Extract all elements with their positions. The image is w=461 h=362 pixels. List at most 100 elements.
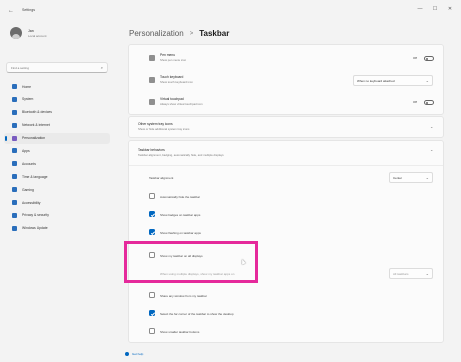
breadcrumb: Personalization > Taskbar	[129, 29, 229, 38]
minimize-icon[interactable]: —	[417, 6, 423, 12]
breadcrumb-parent[interactable]: Personalization	[129, 29, 184, 38]
sidebar-item-personalization[interactable]: Personalization	[4, 132, 110, 144]
row-subtitle: Show or hide additional system tray icon…	[138, 127, 190, 131]
checkbox-label: Share any window from my taskbar	[160, 293, 207, 298]
toggle-state-label: Off	[413, 56, 417, 60]
sidebar-item-accounts[interactable]: Accounts	[4, 158, 110, 169]
maximize-icon[interactable]: ☐	[432, 6, 438, 12]
checkbox-label: Automatically hide the taskbar	[160, 194, 201, 199]
home-icon	[12, 84, 17, 89]
virtual-touchpad-row[interactable]: Virtual touchpad Always show virtual tou…	[129, 92, 443, 114]
show-flashing-checkbox[interactable]	[149, 229, 155, 235]
sidebar-item-windows-update[interactable]: Windows Update	[4, 223, 110, 234]
row-title: Pen menu	[160, 53, 176, 57]
apps-icon	[12, 148, 17, 154]
sidebar-item-home[interactable]: Home	[4, 81, 110, 92]
user-profile[interactable]: Jan Local account	[10, 27, 47, 39]
sidebar-item-label: Personalization	[22, 136, 46, 141]
chevron-down-icon: ⌄	[430, 124, 434, 129]
search-icon[interactable]: ⌕	[101, 65, 103, 70]
sidebar-item-label: Bluetooth & devices	[22, 110, 52, 115]
checkbox-label: Show smaller taskbar buttons	[160, 329, 200, 334]
search-box[interactable]: ⌕	[6, 62, 108, 73]
sidebar-item-label: Network & internet	[22, 123, 50, 128]
far-corner-checkbox[interactable]	[149, 310, 155, 316]
sidebar-nav: Home System Bluetooth & devices Network …	[4, 81, 110, 236]
controller-icon	[12, 187, 17, 193]
person-icon	[12, 161, 17, 167]
toggle-state-label: Off	[413, 100, 417, 104]
row-title: Virtual touchpad	[160, 97, 184, 101]
chevron-down-icon: ⌄	[425, 175, 429, 180]
sidebar-item-label: Time & language	[22, 174, 48, 179]
close-icon[interactable]: ✕	[447, 6, 453, 12]
smaller-buttons-checkbox[interactable]	[149, 328, 155, 334]
dropdown-value: When no keyboard attached	[357, 78, 395, 83]
row-title: Other system tray icons	[138, 122, 173, 126]
row-subtitle: Taskbar alignment, badging, automaticall…	[138, 153, 224, 157]
pen-menu-toggle[interactable]	[424, 55, 434, 61]
row-title: Taskbar behaviors	[138, 148, 165, 152]
multiple-displays-dropdown[interactable]: All taskbars ⌄	[389, 268, 433, 279]
chevron-up-icon: ⌃	[430, 149, 434, 154]
row-subtitle: Show pen menu icon	[160, 58, 187, 62]
sidebar-item-label: Privacy & security	[22, 213, 49, 218]
accessibility-icon	[12, 200, 17, 206]
highlight-box	[124, 241, 258, 283]
pen-menu-row[interactable]: Pen menu Show pen menu icon Off	[129, 48, 443, 70]
search-input[interactable]	[11, 65, 91, 70]
sidebar-item-apps[interactable]: Apps	[4, 145, 110, 156]
sidebar-item-system[interactable]: System	[4, 94, 110, 105]
sidebar-item-label: Gaming	[22, 187, 34, 192]
page-title: Taskbar	[199, 29, 230, 38]
sidebar-item-accessibility[interactable]: Accessibility	[4, 197, 110, 208]
row-title: Touch keyboard	[160, 75, 184, 79]
alignment-label: Taskbar alignment	[149, 176, 174, 180]
sidebar-item-label: Accessibility	[22, 200, 41, 205]
chevron-down-icon: ⌄	[425, 271, 429, 276]
get-help-link[interactable]: Get help	[125, 352, 143, 356]
corner-icons-card: Pen menu Show pen menu icon Off Touch ke…	[128, 44, 444, 115]
touchpad-icon	[149, 99, 155, 105]
checkbox-label: Show flashing on taskbar apps	[160, 230, 201, 235]
sidebar-item-time-language[interactable]: Time & language	[4, 171, 110, 182]
touch-keyboard-dropdown[interactable]: When no keyboard attached ⌄	[353, 75, 433, 86]
update-icon	[12, 225, 17, 231]
sidebar: Jan Local account ⌕ Home System Bluetoot…	[0, 22, 113, 362]
globe-icon	[12, 174, 17, 180]
auto-hide-checkbox[interactable]	[149, 193, 155, 199]
profile-subtitle: Local account	[28, 33, 47, 38]
avatar	[10, 27, 22, 39]
sidebar-item-privacy[interactable]: Privacy & security	[4, 210, 110, 221]
sidebar-item-bluetooth[interactable]: Bluetooth & devices	[4, 107, 110, 118]
brush-icon	[12, 135, 17, 141]
behaviors-header[interactable]: Taskbar behaviors Taskbar alignment, bad…	[129, 141, 443, 165]
share-window-checkbox[interactable]	[149, 292, 155, 298]
get-help-label: Get help	[132, 352, 144, 356]
dropdown-value: All taskbars	[393, 271, 409, 276]
checkbox-label: Select the far corner of the taskbar to …	[160, 311, 234, 316]
back-arrow-icon[interactable]: ←	[8, 8, 16, 14]
sidebar-item-label: Apps	[22, 148, 30, 153]
checkbox-label: Show badges on taskbar apps	[160, 212, 201, 217]
keyboard-icon	[149, 77, 155, 83]
touch-keyboard-row[interactable]: Touch keyboard Show touch keyboard icon …	[129, 70, 443, 92]
shield-icon	[12, 212, 17, 218]
monitor-icon	[12, 96, 17, 102]
sidebar-item-label: Accounts	[22, 161, 36, 166]
dropdown-value: Center	[393, 175, 403, 180]
bluetooth-icon	[12, 109, 17, 115]
wifi-icon	[12, 122, 17, 128]
other-tray-icons-card[interactable]: Other system tray icons Show or hide add…	[128, 116, 444, 138]
breadcrumb-separator: >	[189, 30, 194, 37]
sidebar-item-network[interactable]: Network & internet	[4, 120, 110, 131]
row-subtitle: Show touch keyboard icon	[160, 80, 193, 84]
show-badges-checkbox[interactable]	[149, 211, 155, 217]
window-controls: — ☐ ✕	[417, 6, 453, 12]
alignment-dropdown[interactable]: Center ⌄	[389, 172, 433, 183]
app-title: Settings	[22, 8, 35, 12]
row-subtitle: Always show virtual touchpad icon	[160, 102, 203, 106]
sidebar-item-gaming[interactable]: Gaming	[4, 184, 110, 195]
virtual-touchpad-toggle[interactable]	[424, 99, 434, 105]
divider	[129, 165, 443, 166]
